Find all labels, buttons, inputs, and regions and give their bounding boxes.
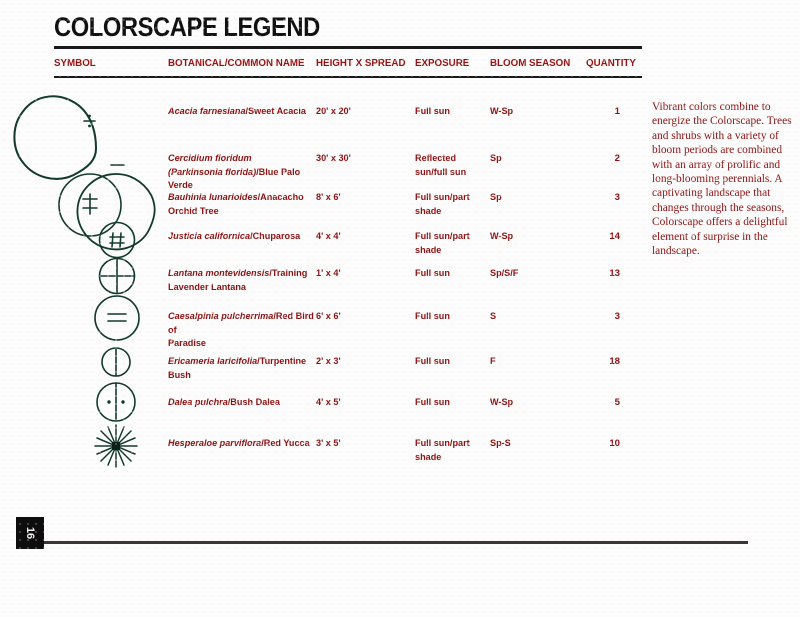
cell-name: Justicia californica/Chuparosa (168, 230, 311, 244)
cell-size: 30' x 30' (316, 153, 351, 164)
cell-size: 1' x 4' (316, 268, 341, 279)
cell-quantity: 3 (614, 192, 620, 203)
botanical-name: Hesperaloe parviflora (168, 438, 262, 449)
common-name: /Bush Dalea (227, 397, 280, 408)
cell-quantity: 13 (609, 268, 620, 279)
circle-vertical-line-symbol (101, 347, 131, 377)
botanical-name: Caesalpinia pulcherrima (168, 311, 274, 322)
cell-name: Ericameria laricifolia/Turpentine Bush (168, 355, 316, 382)
botanical-name: Ericameria laricifolia (168, 356, 258, 367)
botanical-name: Cercidium floridum (Parkinsonia florida) (168, 153, 257, 178)
cell-size: 4' x 5' (316, 397, 341, 408)
starburst-symbol (94, 424, 138, 468)
cell-quantity: 2 (614, 153, 620, 164)
cell-bloom: Sp (490, 153, 502, 164)
cell-bloom: S (490, 311, 497, 322)
common-name: /Sweet Acacia (245, 106, 306, 117)
column-header-exposure: EXPOSURE (415, 57, 470, 69)
cell-bloom: W-Sp (490, 231, 514, 242)
cell-bloom: F (490, 356, 496, 367)
cell-exposure: Full sun (415, 268, 450, 279)
cell-exposure: Full sun (415, 397, 450, 408)
cell-exposure: Reflected sun/full sun (415, 153, 467, 178)
cell-quantity: 3 (614, 311, 620, 322)
cell-name: Caesalpinia pulcherrima/Red Bird of Para… (168, 310, 316, 351)
cell-bloom: W-Sp (490, 397, 514, 408)
cell-name: Cercidium floridum (Parkinsonia florida)… (168, 152, 311, 193)
page-number-label: 16 (24, 526, 36, 540)
cell-exposure: Full sun (415, 311, 450, 322)
cell-quantity: 14 (609, 231, 620, 242)
large-circle-divide-symbol (13, 95, 98, 180)
common-name: /Red Yucca (261, 438, 310, 449)
footer-rule (44, 541, 748, 544)
circle-equals-symbol (94, 295, 140, 341)
botanical-name: Dalea pulchra (168, 397, 228, 408)
cell-size: 3' x 5' (316, 438, 341, 449)
cell-bloom: Sp (490, 192, 502, 203)
circle-crosshair-symbol (98, 257, 136, 295)
cell-exposure: Full sun (415, 356, 450, 367)
cell-exposure: Full sun (415, 106, 450, 117)
cell-quantity: 1 (614, 106, 620, 117)
cell-name: Hesperaloe parviflora/Red Yucca (168, 437, 311, 451)
botanical-name: Bauhinia lunarioides (168, 192, 258, 203)
cell-name: Lantana montevidensis/Training Lavender … (168, 267, 311, 294)
cell-bloom: Sp-S (490, 438, 511, 449)
page-number-badge: 16 (16, 517, 44, 549)
common-name: /Chuparosa (250, 231, 301, 242)
botanical-name: Acacia farnesiana (168, 106, 246, 117)
legend-page: COLORSCAPE LEGEND SYMBOL BOTANICAL/COMMO… (0, 0, 800, 617)
column-header-size: HEIGHT X SPREAD (316, 57, 406, 69)
botanical-name: Justicia californica (168, 231, 251, 242)
cell-name: Dalea pulchra/Bush Dalea (168, 396, 311, 410)
cell-exposure: Full sun/part shade (415, 192, 470, 217)
column-header-bloom: BLOOM SEASON (490, 57, 571, 69)
cell-size: 2' x 3' (316, 356, 341, 367)
botanical-name: Lantana montevidensis (168, 268, 270, 279)
circle-vertical-line-dots-symbol (96, 382, 136, 422)
cell-exposure: Full sun/part shade (415, 231, 470, 256)
cell-size: 6' x 6' (316, 311, 341, 322)
cell-size: 4' x 4' (316, 231, 341, 242)
column-header-quantity: QUANTITY (586, 57, 636, 69)
cell-name: Acacia farnesiana/Sweet Acacia (168, 105, 311, 119)
cell-bloom: W-Sp (490, 106, 514, 117)
cell-quantity: 18 (609, 356, 620, 367)
cell-exposure: Full sun/part shade (415, 438, 470, 463)
side-note-text: Vibrant colors combine to energize the C… (652, 101, 792, 258)
column-header-name: BOTANICAL/COMMON NAME (168, 57, 305, 69)
cell-quantity: 5 (614, 397, 620, 408)
cell-size: 20' x 20' (316, 106, 351, 117)
cell-size: 8' x 6' (316, 192, 341, 203)
cell-quantity: 10 (609, 438, 620, 449)
symbol-glyphs (13, 95, 156, 468)
cell-bloom: Sp/S/F (490, 268, 519, 279)
circle-hash-symbol (98, 221, 136, 259)
symbol-column (0, 0, 170, 480)
cell-name: Bauhinia lunarioides/Anacacho Orchid Tre… (168, 191, 311, 218)
